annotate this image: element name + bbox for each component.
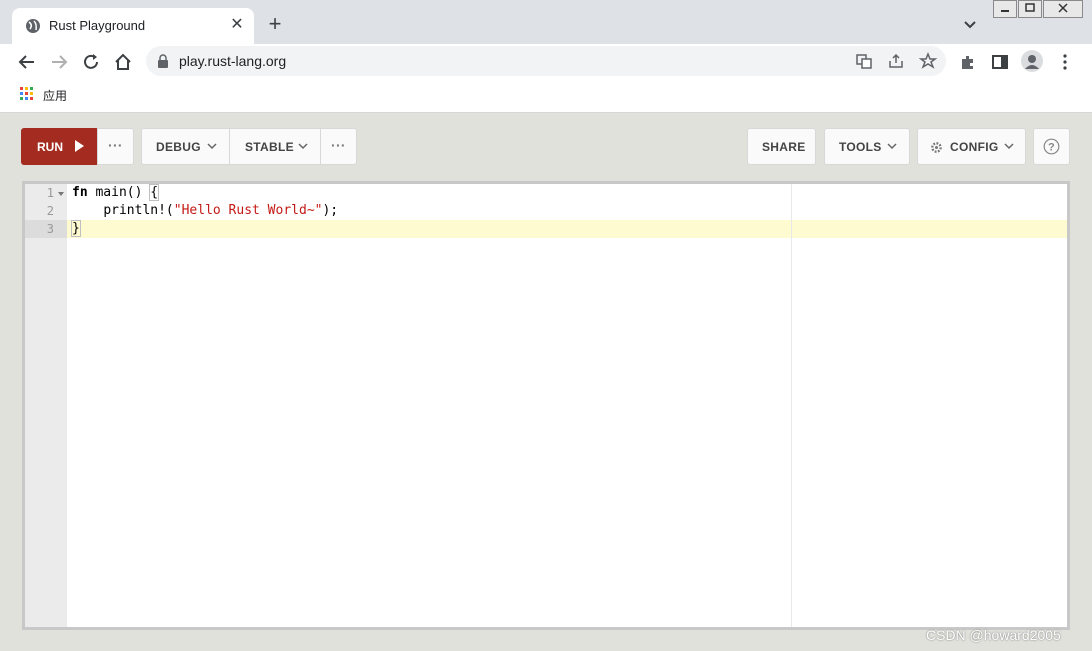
config-dropdown[interactable]: CONFIG [917,128,1026,165]
svg-text:?: ? [1048,142,1055,154]
share-button[interactable]: SHARE [747,128,816,165]
code-line[interactable]: } [71,220,81,237]
chevron-down-icon [887,143,897,150]
close-window-button[interactable] [1043,0,1083,18]
tab-title: Rust Playground [49,18,146,33]
translate-icon[interactable] [855,52,873,70]
print-margin [791,184,792,627]
apps-grid-icon[interactable] [20,87,34,101]
tab-rust-playground[interactable]: Rust Playground ✕ [12,8,254,44]
code-text: ); [322,203,339,218]
minimize-button[interactable] [993,0,1017,18]
tools-label: TOOLS [839,140,882,154]
apps-bookmark-label[interactable]: 应用 [43,87,67,104]
advanced-options-button[interactable]: ··· [320,128,357,165]
run-button[interactable]: RUN [21,128,97,165]
line-number: 2 [46,204,54,218]
reload-icon[interactable] [80,51,102,73]
side-panel-icon[interactable] [991,53,1009,71]
line-number: 3 [46,222,54,236]
code-line[interactable]: fn main() { [72,184,160,201]
tab-strip: Rust Playground ✕ + [0,0,1092,44]
run-label: RUN [37,140,63,154]
brace-match: { [149,184,160,201]
keyword: fn [72,185,88,200]
channel-dropdown[interactable]: STABLE [229,128,321,165]
restore-button[interactable] [1018,0,1042,18]
play-icon [75,140,84,152]
brace-match: } [71,220,81,237]
more-icon: ··· [331,137,346,153]
url-text[interactable]: play.rust-lang.org [179,53,286,69]
run-more-button[interactable]: ··· [97,128,134,165]
code-call: println!( [103,203,174,218]
share-label: SHARE [762,140,806,154]
bookmarks-bar: 应用 [0,79,1092,113]
extensions-icon[interactable] [959,53,977,71]
browser-toolbar: play.rust-lang.org [0,44,1092,79]
chevron-down-icon[interactable] [960,15,980,35]
editor-gutter [25,184,67,627]
string-literal: "Hello Rust World~" [173,203,323,218]
more-icon: ··· [108,137,123,153]
mode-dropdown[interactable]: DEBUG [141,128,230,165]
back-icon[interactable] [16,51,38,73]
line-number: 1 [46,186,54,200]
watermark: CSDN @howard2005 [926,627,1061,643]
profile-icon[interactable] [1021,50,1043,72]
globe-icon [26,19,40,33]
chevron-down-icon [298,143,308,150]
active-line-highlight [67,220,1067,238]
close-icon[interactable]: ✕ [227,15,247,35]
code-text: main() [87,185,151,200]
gear-icon [931,142,942,153]
lock-icon[interactable] [157,54,169,68]
address-bar[interactable]: play.rust-lang.org [146,46,946,76]
playground-page: RUN ··· DEBUG STABLE ··· SHARE TOOLS CON… [0,113,1092,651]
menu-icon[interactable] [1056,53,1074,71]
help-icon: ? [1043,138,1060,155]
mode-label: DEBUG [156,140,201,154]
chevron-down-icon [207,143,217,150]
chevron-down-icon [1004,143,1014,150]
help-button[interactable]: ? [1033,128,1070,165]
share-icon[interactable] [887,52,905,70]
plus-icon[interactable]: + [263,13,287,37]
config-label: CONFIG [950,140,999,154]
star-icon[interactable] [919,52,937,70]
code-line[interactable]: println!("Hello Rust World~"); [72,203,338,218]
tools-dropdown[interactable]: TOOLS [824,128,910,165]
home-icon[interactable] [112,51,134,73]
channel-label: STABLE [245,140,294,154]
fold-arrow-icon[interactable] [58,192,64,196]
forward-icon[interactable] [48,51,70,73]
code-editor[interactable]: 1 2 3 fn main() { println!("Hello Rust W… [22,181,1070,630]
